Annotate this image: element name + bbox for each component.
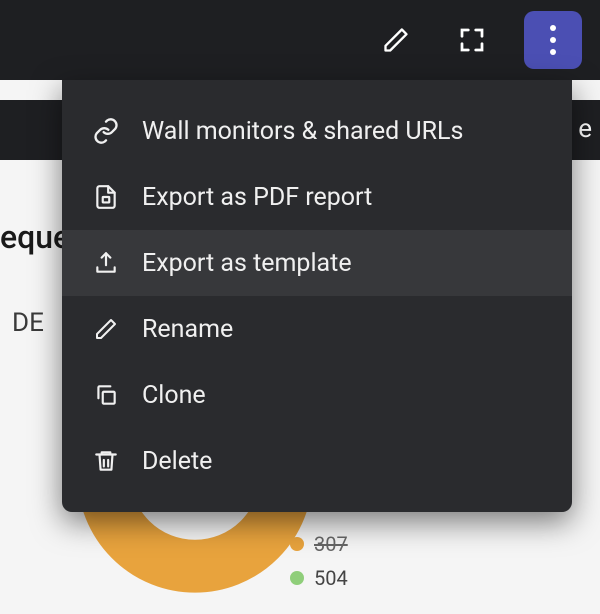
kebab-dot	[550, 49, 556, 55]
pdf-icon	[92, 183, 120, 211]
kebab-dot	[550, 25, 556, 31]
legend-swatch	[290, 537, 304, 551]
top-toolbar	[0, 0, 600, 80]
actions-menu: Wall monitors & shared URLs Export as PD…	[62, 80, 572, 512]
legend-label: 504	[314, 566, 348, 590]
edit-button[interactable]	[372, 16, 420, 64]
page-title-partial: eque	[0, 218, 70, 256]
pencil-icon	[382, 26, 410, 54]
pencil-icon	[92, 315, 120, 343]
truncated-text: e	[578, 114, 592, 144]
link-icon	[92, 117, 120, 145]
menu-item-delete[interactable]: Delete	[62, 428, 572, 494]
menu-item-label: Wall monitors & shared URLs	[142, 117, 542, 146]
more-actions-button[interactable]	[524, 11, 582, 69]
fullscreen-button[interactable]	[448, 16, 496, 64]
kebab-dot	[550, 37, 556, 43]
fullscreen-icon	[457, 25, 487, 55]
legend-item[interactable]: 307	[290, 532, 348, 556]
menu-item-label: Export as template	[142, 249, 542, 278]
legend-item[interactable]: 504	[290, 566, 348, 590]
menu-item-export-pdf[interactable]: Export as PDF report	[62, 164, 572, 230]
legend-swatch	[290, 571, 304, 585]
menu-item-clone[interactable]: Clone	[62, 362, 572, 428]
menu-item-wall-monitors[interactable]: Wall monitors & shared URLs	[62, 98, 572, 164]
export-icon	[92, 249, 120, 277]
trash-icon	[92, 447, 120, 475]
menu-item-label: Delete	[142, 447, 542, 476]
menu-item-label: Clone	[142, 381, 542, 410]
copy-icon	[92, 381, 120, 409]
menu-item-export-template[interactable]: Export as template	[62, 230, 572, 296]
chart-legend: 307 504	[290, 532, 348, 590]
page-subtitle-partial: DE	[12, 308, 44, 338]
menu-item-rename[interactable]: Rename	[62, 296, 572, 362]
legend-label: 307	[314, 532, 348, 556]
menu-item-label: Rename	[142, 315, 542, 344]
menu-item-label: Export as PDF report	[142, 183, 542, 212]
